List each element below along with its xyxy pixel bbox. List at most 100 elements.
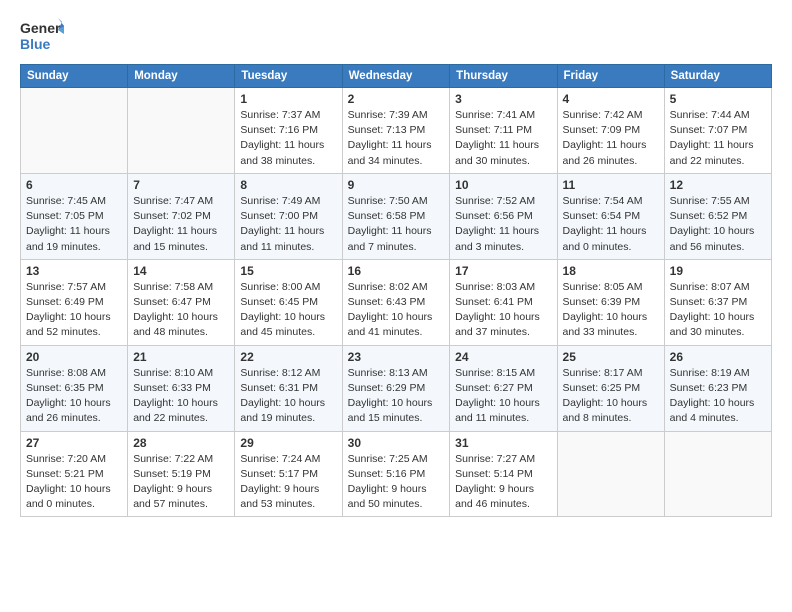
calendar-table: SundayMondayTuesdayWednesdayThursdayFrid… — [20, 64, 772, 517]
day-number: 9 — [348, 178, 445, 192]
calendar-day-cell: 18 Sunrise: 8:05 AMSunset: 6:39 PMDayligh… — [557, 259, 664, 345]
calendar-day-cell: 1 Sunrise: 7:37 AMSunset: 7:16 PMDaylight… — [235, 88, 342, 174]
calendar-day-cell — [21, 88, 128, 174]
day-of-week-header: Tuesday — [235, 65, 342, 88]
day-number: 4 — [563, 92, 659, 106]
day-of-week-header: Wednesday — [342, 65, 450, 88]
day-number: 15 — [240, 264, 336, 278]
day-info: Sunrise: 7:50 AMSunset: 6:58 PMDaylight:… — [348, 194, 445, 255]
day-info: Sunrise: 7:42 AMSunset: 7:09 PMDaylight:… — [563, 108, 659, 169]
calendar-day-cell: 15 Sunrise: 8:00 AMSunset: 6:45 PMDayligh… — [235, 259, 342, 345]
calendar-day-cell: 27Sunrise: 7:20 AMSunset: 5:21 PMDayligh… — [21, 431, 128, 517]
day-number: 8 — [240, 178, 336, 192]
day-number: 12 — [670, 178, 766, 192]
day-number: 3 — [455, 92, 551, 106]
day-of-week-header: Friday — [557, 65, 664, 88]
day-info: Sunrise: 8:15 AMSunset: 6:27 PMDaylight:… — [455, 366, 551, 427]
day-number: 19 — [670, 264, 766, 278]
calendar-week-row: 13Sunrise: 7:57 AMSunset: 6:49 PMDayligh… — [21, 259, 772, 345]
day-number: 6 — [26, 178, 122, 192]
day-info: Sunrise: 8:13 AMSunset: 6:29 PMDaylight:… — [348, 366, 445, 427]
day-info: Sunrise: 7:37 AMSunset: 7:16 PMDaylight:… — [240, 108, 336, 169]
day-info: Sunrise: 7:24 AMSunset: 5:17 PMDaylight:… — [240, 452, 336, 513]
day-info: Sunrise: 7:44 AMSunset: 7:07 PMDaylight:… — [670, 108, 766, 169]
day-of-week-header: Sunday — [21, 65, 128, 88]
day-number: 7 — [133, 178, 229, 192]
day-info: Sunrise: 8:05 AMSunset: 6:39 PMDaylight:… — [563, 280, 659, 341]
day-info: Sunrise: 7:22 AMSunset: 5:19 PMDaylight:… — [133, 452, 229, 513]
day-info: Sunrise: 8:08 AMSunset: 6:35 PMDaylight:… — [26, 366, 122, 427]
calendar-day-cell: 16 Sunrise: 8:02 AMSunset: 6:43 PMDayligh… — [342, 259, 450, 345]
day-number: 25 — [563, 350, 659, 364]
day-info: Sunrise: 7:39 AMSunset: 7:13 PMDaylight:… — [348, 108, 445, 169]
day-number: 16 — [348, 264, 445, 278]
calendar-day-cell: 31 Sunrise: 7:27 AMSunset: 5:14 PMDayligh… — [450, 431, 557, 517]
day-number: 2 — [348, 92, 445, 106]
day-info: Sunrise: 7:54 AMSunset: 6:54 PMDaylight:… — [563, 194, 659, 255]
calendar-header-row: SundayMondayTuesdayWednesdayThursdayFrid… — [21, 65, 772, 88]
day-info: Sunrise: 7:47 AMSunset: 7:02 PMDaylight:… — [133, 194, 229, 255]
calendar-day-cell: 22Sunrise: 8:12 AMSunset: 6:31 PMDayligh… — [235, 345, 342, 431]
day-number: 10 — [455, 178, 551, 192]
calendar-day-cell: 29 Sunrise: 7:24 AMSunset: 5:17 PMDayligh… — [235, 431, 342, 517]
day-info: Sunrise: 8:00 AMSunset: 6:45 PMDaylight:… — [240, 280, 336, 341]
day-number: 30 — [348, 436, 445, 450]
day-info: Sunrise: 8:12 AMSunset: 6:31 PMDaylight:… — [240, 366, 336, 427]
calendar-day-cell: 21 Sunrise: 8:10 AMSunset: 6:33 PMDayligh… — [128, 345, 235, 431]
day-of-week-header: Monday — [128, 65, 235, 88]
day-of-week-header: Thursday — [450, 65, 557, 88]
logo: General Blue — [20, 16, 64, 56]
day-number: 29 — [240, 436, 336, 450]
day-info: Sunrise: 7:57 AMSunset: 6:49 PMDaylight:… — [26, 280, 122, 341]
day-number: 26 — [670, 350, 766, 364]
page: General Blue SundayMondayTuesdayWednesda… — [0, 0, 792, 527]
day-info: Sunrise: 8:10 AMSunset: 6:33 PMDaylight:… — [133, 366, 229, 427]
calendar-day-cell: 7 Sunrise: 7:47 AMSunset: 7:02 PMDaylight… — [128, 173, 235, 259]
calendar-day-cell — [128, 88, 235, 174]
day-info: Sunrise: 8:02 AMSunset: 6:43 PMDaylight:… — [348, 280, 445, 341]
day-of-week-header: Saturday — [664, 65, 771, 88]
day-info: Sunrise: 8:07 AMSunset: 6:37 PMDaylight:… — [670, 280, 766, 341]
svg-text:General: General — [20, 20, 64, 36]
calendar-day-cell: 11 Sunrise: 7:54 AMSunset: 6:54 PMDayligh… — [557, 173, 664, 259]
day-info: Sunrise: 7:27 AMSunset: 5:14 PMDaylight:… — [455, 452, 551, 513]
calendar-day-cell: 5 Sunrise: 7:44 AMSunset: 7:07 PMDaylight… — [664, 88, 771, 174]
day-number: 11 — [563, 178, 659, 192]
svg-text:Blue: Blue — [20, 36, 51, 52]
day-info: Sunrise: 8:19 AMSunset: 6:23 PMDaylight:… — [670, 366, 766, 427]
calendar-day-cell — [664, 431, 771, 517]
calendar-week-row: 1 Sunrise: 7:37 AMSunset: 7:16 PMDaylight… — [21, 88, 772, 174]
calendar-day-cell: 3Sunrise: 7:41 AMSunset: 7:11 PMDaylight… — [450, 88, 557, 174]
day-info: Sunrise: 7:25 AMSunset: 5:16 PMDaylight:… — [348, 452, 445, 513]
calendar-day-cell: 24Sunrise: 8:15 AMSunset: 6:27 PMDayligh… — [450, 345, 557, 431]
day-number: 21 — [133, 350, 229, 364]
calendar-day-cell: 26 Sunrise: 8:19 AMSunset: 6:23 PMDayligh… — [664, 345, 771, 431]
calendar-day-cell: 8Sunrise: 7:49 AMSunset: 7:00 PMDaylight… — [235, 173, 342, 259]
day-number: 31 — [455, 436, 551, 450]
logo-bird-icon: General Blue — [20, 16, 64, 56]
day-info: Sunrise: 7:58 AMSunset: 6:47 PMDaylight:… — [133, 280, 229, 341]
header: General Blue — [20, 16, 772, 56]
calendar-day-cell: 20Sunrise: 8:08 AMSunset: 6:35 PMDayligh… — [21, 345, 128, 431]
calendar-day-cell: 14 Sunrise: 7:58 AMSunset: 6:47 PMDayligh… — [128, 259, 235, 345]
calendar-day-cell: 9 Sunrise: 7:50 AMSunset: 6:58 PMDaylight… — [342, 173, 450, 259]
day-info: Sunrise: 8:03 AMSunset: 6:41 PMDaylight:… — [455, 280, 551, 341]
calendar-day-cell: 13Sunrise: 7:57 AMSunset: 6:49 PMDayligh… — [21, 259, 128, 345]
calendar-day-cell — [557, 431, 664, 517]
calendar-day-cell: 30 Sunrise: 7:25 AMSunset: 5:16 PMDayligh… — [342, 431, 450, 517]
day-info: Sunrise: 7:20 AMSunset: 5:21 PMDaylight:… — [26, 452, 122, 513]
calendar-day-cell: 6Sunrise: 7:45 AMSunset: 7:05 PMDaylight… — [21, 173, 128, 259]
day-number: 17 — [455, 264, 551, 278]
calendar-day-cell: 2 Sunrise: 7:39 AMSunset: 7:13 PMDaylight… — [342, 88, 450, 174]
day-number: 5 — [670, 92, 766, 106]
day-number: 18 — [563, 264, 659, 278]
day-number: 1 — [240, 92, 336, 106]
day-info: Sunrise: 8:17 AMSunset: 6:25 PMDaylight:… — [563, 366, 659, 427]
day-number: 14 — [133, 264, 229, 278]
calendar-day-cell: 23Sunrise: 8:13 AMSunset: 6:29 PMDayligh… — [342, 345, 450, 431]
calendar-day-cell: 19 Sunrise: 8:07 AMSunset: 6:37 PMDayligh… — [664, 259, 771, 345]
calendar-day-cell: 28Sunrise: 7:22 AMSunset: 5:19 PMDayligh… — [128, 431, 235, 517]
calendar-week-row: 20Sunrise: 8:08 AMSunset: 6:35 PMDayligh… — [21, 345, 772, 431]
calendar-week-row: 6Sunrise: 7:45 AMSunset: 7:05 PMDaylight… — [21, 173, 772, 259]
calendar-day-cell: 17 Sunrise: 8:03 AMSunset: 6:41 PMDayligh… — [450, 259, 557, 345]
